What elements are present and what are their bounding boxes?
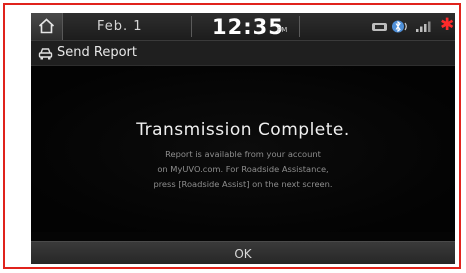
car-icon [38,48,53,60]
message-line: press [Roadside Assist] on the next scre… [153,179,333,189]
message-line: on MyUVO.com. For Roadside Assistance, [157,164,329,174]
dialog-headline: Transmission Complete. [136,120,350,140]
signal-icon [416,21,431,32]
manual-frame: Feb. 1 12:35 PM ✱ Send Report Transmissi… [3,3,461,269]
home-icon [38,18,55,34]
bluetooth-icon [392,20,407,33]
clock-time: 12:35 [212,15,284,39]
media-icon [372,23,387,31]
status-bar: Feb. 1 12:35 PM ✱ [31,13,455,41]
clock-ampm: PM [277,26,288,34]
ok-button[interactable]: OK [31,241,455,264]
status-separator [191,16,192,37]
dialog-area: Transmission Complete. Report is availab… [31,66,455,232]
status-separator [299,16,300,37]
head-unit-screen: Feb. 1 12:35 PM ✱ Send Report Transmissi… [31,13,455,264]
title-bar: Send Report [31,41,455,66]
ok-button-label: OK [234,247,252,261]
page-title: Send Report [57,45,137,60]
alert-star-icon: ✱ [440,15,455,35]
home-button[interactable] [31,13,63,40]
date-text: Feb. 1 [97,19,143,34]
dialog-message: Report is available from your account on… [71,147,415,192]
message-line: Report is available from your account [165,149,321,159]
